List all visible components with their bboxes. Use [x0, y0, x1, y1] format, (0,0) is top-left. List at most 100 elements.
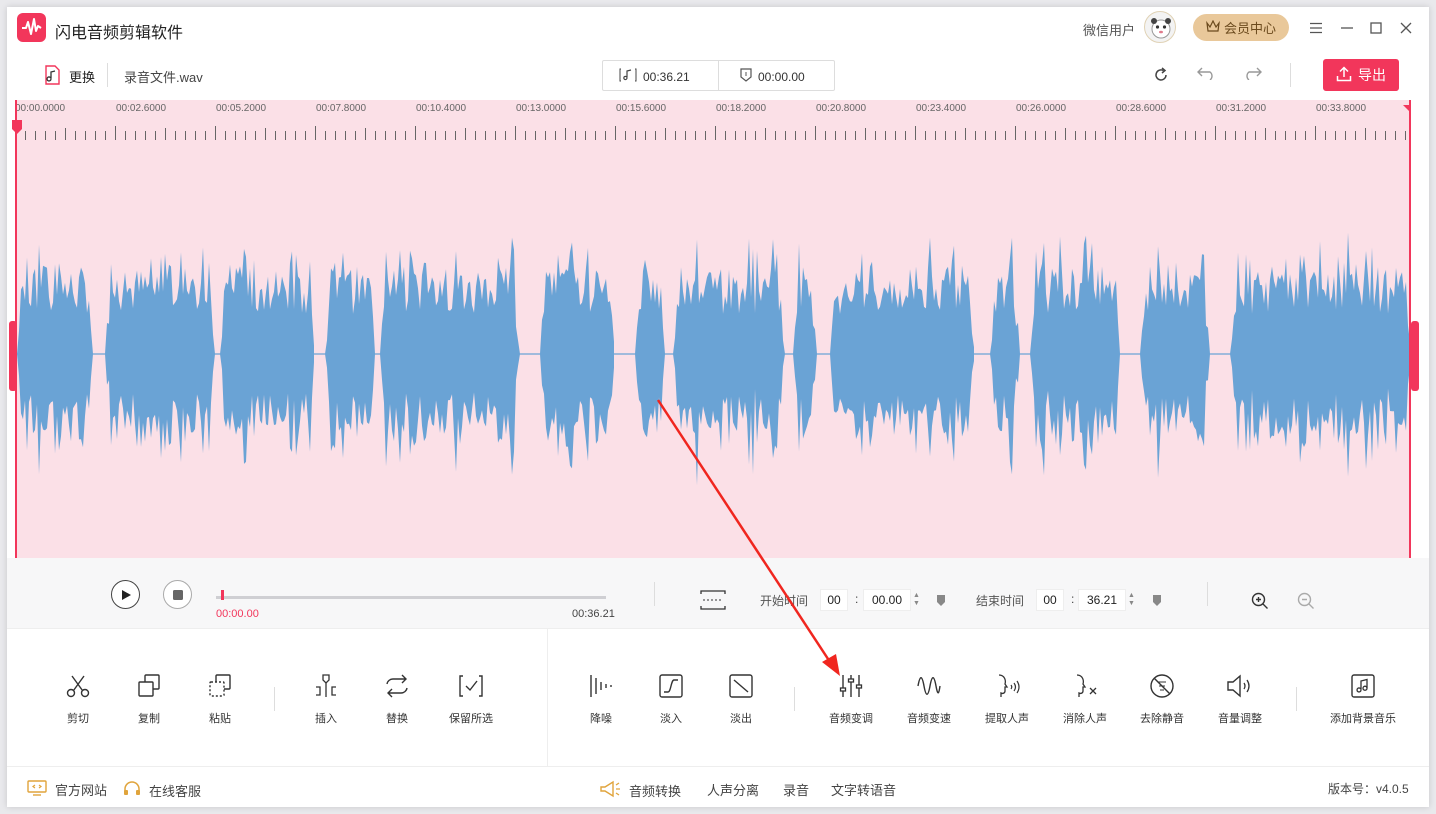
paste-tool[interactable]: 粘贴	[180, 671, 260, 726]
playback-bar: 00:00.00 00:36.21 开始时间 00 : 00.00 ▲ ▼ 结束时…	[7, 558, 1429, 628]
avatar[interactable]	[1144, 11, 1176, 43]
status-bar: 官方网站 在线客服 音频转换 人声分离 录音 文字转语音 版本号：v4.0.5	[7, 766, 1429, 807]
duration-display: 00:36.21	[619, 68, 690, 85]
playhead-marker[interactable]	[12, 120, 22, 134]
fade-out-label: 淡出	[730, 713, 752, 725]
volume-label: 音量调整	[1218, 713, 1262, 725]
extract-voice-icon	[992, 671, 1022, 701]
select-range-icon[interactable]	[700, 590, 726, 615]
volume-tool[interactable]: 音量调整	[1200, 671, 1280, 726]
crown-icon	[1206, 19, 1220, 35]
bg-music-icon	[1348, 671, 1378, 701]
extract-voice-tool[interactable]: 提取人声	[967, 671, 1047, 726]
menu-icon[interactable]	[1305, 17, 1327, 39]
zoom-out-icon[interactable]	[1297, 592, 1315, 615]
extract-voice-label: 提取人声	[985, 713, 1029, 725]
bg-music-tool[interactable]: 添加背景音乐	[1323, 671, 1403, 726]
online-support-link[interactable]: 在线客服	[123, 780, 201, 801]
right-selection-handle[interactable]	[1411, 321, 1419, 391]
text-to-speech-label: 文字转语音	[831, 783, 897, 798]
vip-center-label: 会员中心	[1223, 21, 1276, 36]
start-time-stepper[interactable]: ▲ ▼	[913, 592, 920, 608]
text-to-speech-link[interactable]: 文字转语音	[831, 780, 896, 799]
audio-convert-link[interactable]: 音频转换	[599, 780, 681, 801]
pitch-label: 音频变调	[829, 713, 873, 725]
export-label: 导出	[1358, 67, 1386, 83]
time-ruler[interactable]: 00:00.0000 00:02.6000 00:05.2000 00:07.8000…	[15, 100, 1411, 140]
fade-out-tool[interactable]: 淡出	[701, 671, 781, 726]
replace-tool[interactable]: 替换	[357, 671, 437, 726]
vocal-separation-label: 人声分离	[707, 783, 760, 798]
speed-tool[interactable]: 音频变速	[889, 671, 969, 726]
start-second-field[interactable]: 00.00	[863, 589, 911, 611]
music-file-icon	[43, 65, 61, 88]
fade-in-label: 淡入	[660, 713, 682, 725]
divider	[107, 63, 108, 87]
start-minute-field[interactable]: 00	[820, 589, 848, 611]
time-colon: :	[1071, 592, 1075, 606]
divider	[794, 687, 795, 711]
remove-voice-tool[interactable]: 消除人声	[1045, 671, 1125, 726]
tools-panel: 剪切 复制 粘贴 插入 替换 保留所选 降噪 淡入 淡出 音频变调 音频变速 提…	[7, 628, 1429, 767]
cursor-time-value: 00:00.00	[758, 69, 805, 84]
set-end-marker-icon[interactable]	[1152, 594, 1162, 613]
replace-label: 替换	[386, 713, 408, 725]
progress-handle[interactable]	[221, 590, 224, 600]
waveform[interactable]	[15, 140, 1411, 558]
refresh-icon[interactable]	[1151, 65, 1171, 85]
official-website-link[interactable]: 官方网站	[27, 780, 107, 799]
minimize-icon[interactable]	[1336, 17, 1358, 39]
vip-center-button[interactable]: 会员中心	[1193, 14, 1289, 41]
divider	[1290, 63, 1291, 87]
divider	[1296, 687, 1297, 711]
app-logo-icon	[17, 13, 46, 42]
remove-silence-icon	[1147, 671, 1177, 701]
file-name: 录音文件.wav	[124, 70, 203, 85]
copy-tool[interactable]: 复制	[109, 671, 189, 726]
change-file-label: 更换	[69, 70, 96, 85]
insert-tool[interactable]: 插入	[286, 671, 366, 726]
set-start-marker-icon[interactable]	[936, 594, 946, 613]
user-name[interactable]: 微信用户	[1083, 20, 1135, 39]
copy-label: 复制	[138, 713, 160, 725]
keep-selection-tool[interactable]: 保留所选	[431, 671, 511, 726]
stop-icon	[172, 589, 183, 600]
zoom-in-icon[interactable]	[1251, 592, 1269, 615]
progress-track[interactable]	[216, 596, 606, 599]
insert-icon	[311, 671, 341, 701]
remove-silence-tool[interactable]: 去除静音	[1122, 671, 1202, 726]
change-file-button[interactable]: 更换	[43, 65, 95, 88]
play-button[interactable]	[111, 580, 140, 609]
fade-in-icon	[656, 671, 686, 701]
denoise-icon	[586, 671, 616, 701]
panel-divider	[547, 629, 548, 767]
music-note-icon	[619, 68, 637, 85]
record-link[interactable]: 录音	[783, 780, 809, 799]
online-support-label: 在线客服	[149, 784, 202, 799]
stop-button[interactable]	[163, 580, 192, 609]
pitch-tool[interactable]: 音频变调	[811, 671, 891, 726]
maximize-icon[interactable]	[1365, 17, 1387, 39]
end-time-stepper[interactable]: ▲ ▼	[1128, 592, 1135, 608]
close-icon[interactable]	[1395, 17, 1417, 39]
export-button[interactable]: 导出	[1323, 59, 1399, 91]
vocal-separation-link[interactable]: 人声分离	[707, 780, 759, 799]
denoise-tool[interactable]: 降噪	[561, 671, 641, 726]
end-second-field[interactable]: 36.21	[1078, 589, 1126, 611]
total-time: 00:36.21	[572, 608, 615, 620]
undo-icon[interactable]	[1197, 63, 1217, 83]
redo-icon[interactable]	[1242, 63, 1262, 83]
cut-tool[interactable]: 剪切	[38, 671, 118, 726]
speed-label: 音频变速	[907, 713, 951, 725]
fade-in-tool[interactable]: 淡入	[631, 671, 711, 726]
end-marker[interactable]	[1403, 100, 1411, 113]
paste-label: 粘贴	[209, 713, 231, 725]
left-selection-handle[interactable]	[9, 321, 17, 391]
keep-selection-icon	[456, 671, 486, 701]
end-time-label: 结束时间	[976, 594, 1025, 608]
fade-out-icon	[726, 671, 756, 701]
waveform-editor[interactable]: 00:00.0000 00:02.6000 00:05.2000 00:07.8000…	[12, 100, 1411, 558]
bg-music-label: 添加背景音乐	[1330, 713, 1396, 725]
end-minute-field[interactable]: 00	[1036, 589, 1064, 611]
cursor-marker-icon	[740, 68, 752, 85]
